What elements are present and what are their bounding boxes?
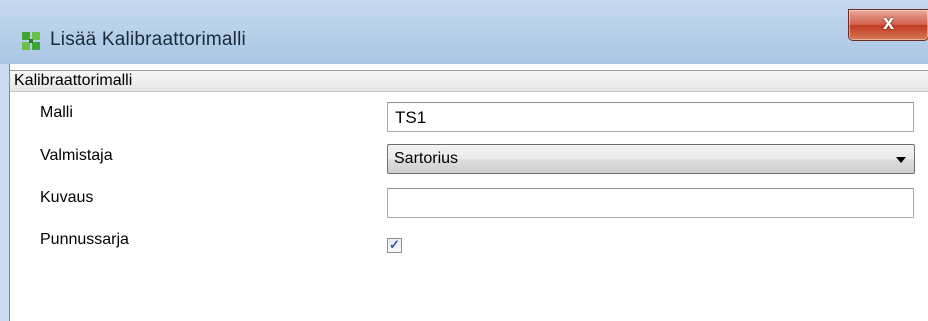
group-header-label: Kalibraattorimalli — [14, 72, 133, 89]
dialog-window: Lisää Kalibraattorimalli x Kalibraattori… — [0, 0, 928, 321]
checkmark-icon: ✓ — [389, 237, 400, 252]
punnussarja-label: Punnussarja — [40, 231, 129, 248]
malli-value: TS1 — [395, 108, 427, 127]
kuvaus-input[interactable] — [387, 188, 914, 218]
close-icon: x — [882, 12, 895, 34]
app-icon — [22, 32, 40, 50]
close-button[interactable]: x — [848, 9, 928, 41]
dialog-content: Kalibraattorimalli Malli TS1 Valmistaja … — [9, 64, 928, 321]
kuvaus-label: Kuvaus — [40, 189, 94, 206]
window-title: Lisää Kalibraattorimalli — [50, 29, 246, 50]
valmistaja-value: Sartorius — [394, 150, 459, 167]
title-bar[interactable]: Lisää Kalibraattorimalli x — [0, 0, 928, 64]
valmistaja-select[interactable]: Sartorius — [387, 144, 915, 174]
chevron-down-icon — [896, 157, 906, 163]
malli-label: Malli — [40, 104, 73, 121]
valmistaja-label: Valmistaja — [40, 147, 113, 164]
punnussarja-checkbox[interactable]: ✓ — [387, 237, 402, 253]
malli-input[interactable]: TS1 — [387, 102, 914, 132]
group-header: Kalibraattorimalli — [10, 70, 928, 92]
